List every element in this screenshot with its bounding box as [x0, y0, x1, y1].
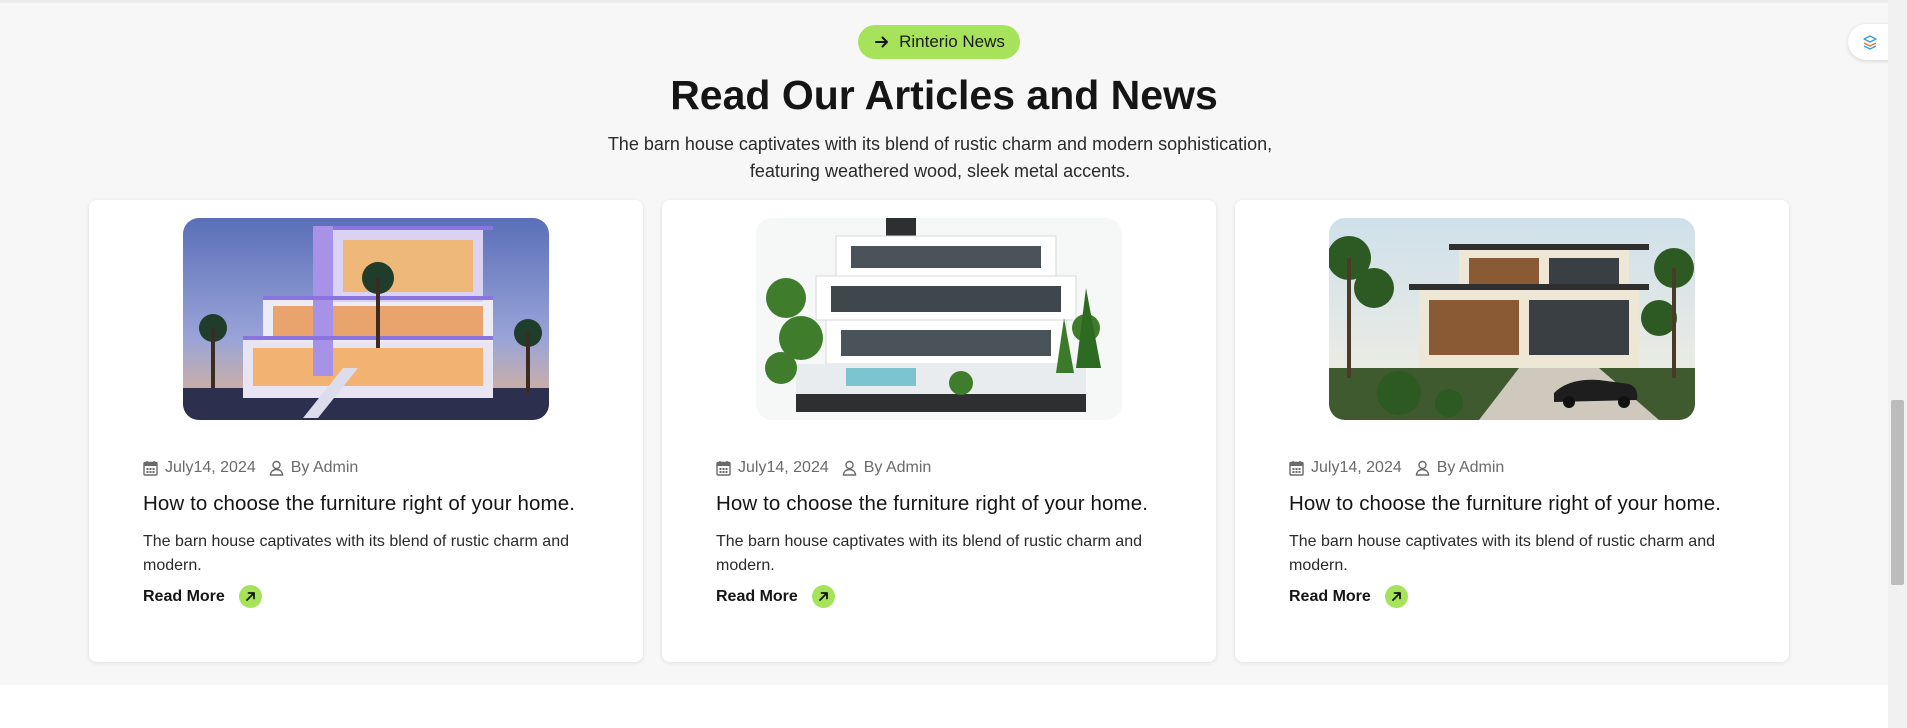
read-more-label: Read More — [1289, 587, 1371, 605]
article-date: July14, 2024 — [738, 459, 829, 476]
calendar-icon — [143, 460, 158, 476]
arrow-up-right-icon — [1384, 585, 1408, 608]
arrow-up-right-icon — [811, 585, 835, 608]
news-section: Rinterio News Read Our Articles and News… — [0, 0, 1888, 685]
calendar-icon — [1289, 460, 1304, 476]
arrow-right-icon — [875, 36, 889, 48]
arrow-up-right-icon — [238, 585, 262, 608]
article-image[interactable] — [183, 218, 549, 420]
article-card: July14, 2024 By Admin How to choose the … — [1235, 200, 1789, 662]
article-card: July14, 2024 By Admin How to choose the … — [89, 200, 643, 662]
scrollbar-thumb[interactable] — [1891, 400, 1904, 585]
article-author[interactable]: By Admin — [291, 459, 359, 477]
section-subtitle: The barn house captivates with its blend… — [607, 134, 1273, 181]
article-excerpt: The barn house captivates with its blend… — [716, 533, 1142, 574]
calendar-icon — [716, 460, 731, 476]
floating-tool-button[interactable] — [1848, 24, 1892, 60]
article-date: July14, 2024 — [165, 459, 256, 476]
article-date: July14, 2024 — [1311, 459, 1402, 476]
news-badge-label: Rinterio News — [899, 32, 1005, 51]
user-icon — [269, 460, 284, 476]
read-more-link[interactable]: Read More — [716, 585, 835, 608]
article-image[interactable] — [756, 218, 1122, 420]
read-more-label: Read More — [716, 587, 798, 605]
user-icon — [842, 460, 857, 476]
article-image[interactable] — [1329, 218, 1695, 420]
article-meta: July14, 2024 By Admin — [716, 459, 931, 477]
read-more-label: Read More — [143, 587, 225, 605]
article-title[interactable]: How to choose the furniture right of you… — [716, 492, 1186, 516]
user-icon — [1415, 460, 1430, 476]
scrollbar-track[interactable] — [1888, 0, 1907, 728]
article-meta: July14, 2024 By Admin — [1289, 459, 1504, 477]
article-excerpt: The barn house captivates with its blend… — [143, 533, 569, 574]
read-more-link[interactable]: Read More — [1289, 585, 1408, 608]
layers-icon — [1863, 35, 1877, 50]
section-divider — [0, 0, 1888, 3]
article-excerpt: The barn house captivates with its blend… — [1289, 533, 1715, 574]
section-heading: Read Our Articles and News — [670, 72, 1218, 118]
article-title[interactable]: How to choose the furniture right of you… — [1289, 492, 1759, 516]
article-author[interactable]: By Admin — [1437, 459, 1505, 477]
article-title[interactable]: How to choose the furniture right of you… — [143, 492, 613, 516]
read-more-link[interactable]: Read More — [143, 585, 262, 608]
article-meta: July14, 2024 By Admin — [143, 459, 358, 477]
article-author[interactable]: By Admin — [864, 459, 932, 477]
article-card: July14, 2024 By Admin How to choose the … — [662, 200, 1216, 662]
news-badge: Rinterio News — [858, 25, 1020, 59]
